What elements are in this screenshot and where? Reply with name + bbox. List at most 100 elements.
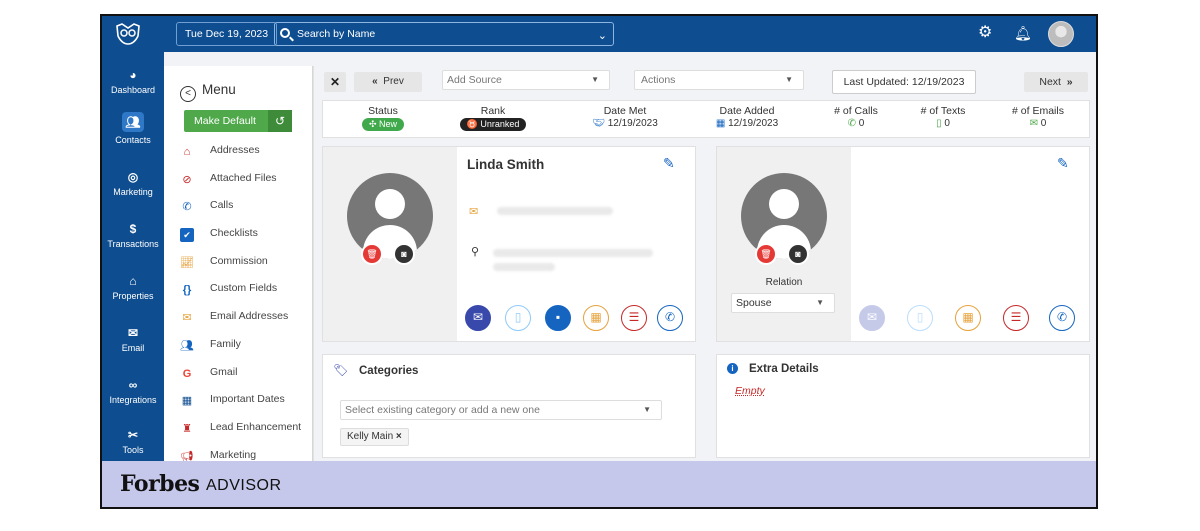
menu-item-marketing[interactable]: 📢︎ Marketing (180, 447, 256, 462)
nav-contacts[interactable]: 👥︎ Contacts (102, 112, 164, 145)
nav-email[interactable]: ✉ Email (102, 326, 164, 353)
redacted-email (497, 207, 613, 215)
calls-stat: # of Calls ✆ 0 (834, 105, 878, 129)
pencil-icon[interactable]: ✎ (1057, 155, 1069, 172)
date-display[interactable]: Tue Dec 19, 2023 (176, 22, 278, 46)
map-pin-icon: ⚲ (471, 246, 480, 258)
menu-item-gmail[interactable]: G Gmail (180, 364, 238, 380)
contact-avatar[interactable] (347, 173, 433, 259)
search-icon (280, 28, 290, 38)
checkbox-icon: ✔ (180, 228, 194, 242)
menu-title[interactable]: < Menu (180, 82, 236, 102)
envelope-icon: ✉ (469, 206, 479, 218)
rank-badge[interactable]: ♉ Unranked (459, 118, 527, 131)
envelope-open-icon: ✉ (182, 312, 192, 324)
relation-avatar[interactable] (741, 173, 827, 259)
undo-icon[interactable]: ↺ (268, 110, 292, 132)
caret-down-icon: ▼ (785, 75, 793, 84)
trash-icon[interactable]: 🗑︎ (361, 243, 383, 265)
email-action-icon[interactable]: ✉ (465, 305, 491, 331)
left-nav: ◕ Dashboard 👥︎ Contacts ◎ Marketing $ Tr… (102, 52, 164, 462)
extra-details-title: Extra Details (749, 363, 819, 375)
calendar-icon: ▦ (715, 118, 726, 129)
redacted-address-line1 (493, 249, 653, 257)
chart-icon: 📈︎ (180, 257, 194, 269)
bell-icon[interactable]: 🔔︎ (1014, 25, 1032, 41)
search-input[interactable]: Search by Name ⌄ (274, 22, 614, 46)
house-icon: ⌂ (183, 146, 191, 158)
trash-icon[interactable]: 🗑︎ (755, 243, 777, 265)
make-default-button[interactable]: Make Default ↺ (184, 110, 292, 132)
call-action-icon[interactable]: ✆ (657, 305, 683, 331)
menu-item-important-dates[interactable]: ▦ Important Dates (180, 391, 285, 407)
user-avatar[interactable] (1048, 21, 1074, 47)
categories-title: Categories (359, 365, 419, 377)
prev-button[interactable]: « Prev (354, 72, 422, 92)
relation-select[interactable]: Spouse ▼ (731, 293, 835, 313)
nav-transactions[interactable]: $ Transactions (102, 222, 164, 249)
nav-dashboard[interactable]: ◕ Dashboard (102, 68, 164, 95)
extra-details-value[interactable]: Empty (735, 385, 765, 397)
tools-icon: ✂ (127, 428, 139, 442)
email-action-icon[interactable]: ✉ (859, 305, 885, 331)
braces-icon: {} (182, 284, 192, 296)
marketing-icon: ◎ (127, 170, 139, 184)
redacted-address-line2 (493, 263, 555, 271)
status-badge[interactable]: ✣ New (361, 118, 405, 131)
nav-properties[interactable]: ⌂ Properties (102, 274, 164, 301)
note-action-icon[interactable]: ▪ (545, 305, 571, 331)
menu-item-lead-enhancement[interactable]: ♜ Lead Enhancement (180, 419, 301, 435)
actions-dropdown[interactable]: Actions ▼ (634, 70, 804, 90)
mobile-action-icon[interactable]: ▯ (505, 305, 531, 331)
nav-integrations[interactable]: ∞ Integrations (102, 378, 164, 405)
nav-tools[interactable]: ✂ Tools (102, 428, 164, 455)
last-updated: Last Updated: 12/19/2023 (832, 70, 976, 94)
status-stat: Status ✣ New (351, 105, 415, 131)
relation-label: Relation (765, 277, 803, 288)
mobile-action-icon[interactable]: ▯ (907, 305, 933, 331)
search-placeholder: Search by Name (297, 28, 376, 40)
gear-icon[interactable]: ⚙ (978, 25, 992, 41)
forbes-advisor-banner: Forbes ADVISOR (102, 461, 1096, 507)
menu-item-addresses[interactable]: ⌂ Addresses (180, 142, 260, 158)
pencil-icon[interactable]: ✎ (663, 155, 675, 172)
envelope-icon: ✉ (1029, 118, 1039, 129)
lead-icon: ♜ (182, 423, 192, 435)
owl-logo-icon[interactable] (114, 22, 142, 46)
back-arrow-icon: < (180, 86, 196, 102)
contact-card: 🗑︎ ◙ Linda Smith ✎ ✉ ⚲ ✉ ▯ ▪ ▦ ☰ ✆ (322, 146, 696, 342)
photo-column: 🗑︎ ◙ Relation Spouse ▼ (717, 147, 851, 341)
category-select[interactable]: Select existing category or add a new on… (340, 400, 662, 420)
family-icon: 👥︎ (180, 340, 194, 352)
remove-chip-icon[interactable]: × (396, 431, 402, 442)
date-met-stat: Date Met 🤝︎ 12/19/2023 (592, 105, 658, 129)
contacts-icon: 👥︎ (122, 112, 144, 132)
menu-item-custom-fields[interactable]: {} Custom Fields (180, 280, 277, 296)
date-added-stat: Date Added ▦ 12/19/2023 (715, 105, 779, 129)
menu-item-attached-files[interactable]: ⊘ Attached Files (180, 170, 276, 186)
menu-item-email-addresses[interactable]: ✉ Email Addresses (180, 308, 288, 324)
camera-icon[interactable]: ◙ (787, 243, 809, 265)
call-action-icon[interactable]: ✆ (1049, 305, 1075, 331)
menu-item-checklists[interactable]: ✔ Checklists (180, 225, 258, 242)
home-icon: ⌂ (129, 274, 137, 288)
close-button[interactable]: ✕ (324, 72, 346, 92)
list-action-icon[interactable]: ☰ (621, 305, 647, 331)
phone-icon: ✆ (182, 201, 192, 213)
menu-item-commission[interactable]: 📈︎ Commission (180, 253, 268, 269)
extra-details-card: i Extra Details Empty (716, 354, 1090, 458)
calendar-action-icon[interactable]: ▦ (583, 305, 609, 331)
next-button[interactable]: Next » (1024, 72, 1088, 92)
texts-stat: # of Texts ▯ 0 (920, 105, 966, 129)
list-action-icon[interactable]: ☰ (1003, 305, 1029, 331)
tag-icon: 🏷︎ (333, 363, 349, 377)
top-bar: Tue Dec 19, 2023 Search by Name ⌄ ⚙ 🔔︎ (102, 16, 1096, 52)
add-source-dropdown[interactable]: Add Source ▼ (442, 70, 610, 90)
menu-item-family[interactable]: 👥︎ Family (180, 336, 241, 352)
nav-marketing[interactable]: ◎ Marketing (102, 170, 164, 197)
category-chip[interactable]: Kelly Main × (340, 428, 409, 446)
menu-scrollbar[interactable] (312, 66, 313, 462)
calendar-action-icon[interactable]: ▦ (955, 305, 981, 331)
menu-item-calls[interactable]: ✆ Calls (180, 197, 233, 213)
camera-icon[interactable]: ◙ (393, 243, 415, 265)
